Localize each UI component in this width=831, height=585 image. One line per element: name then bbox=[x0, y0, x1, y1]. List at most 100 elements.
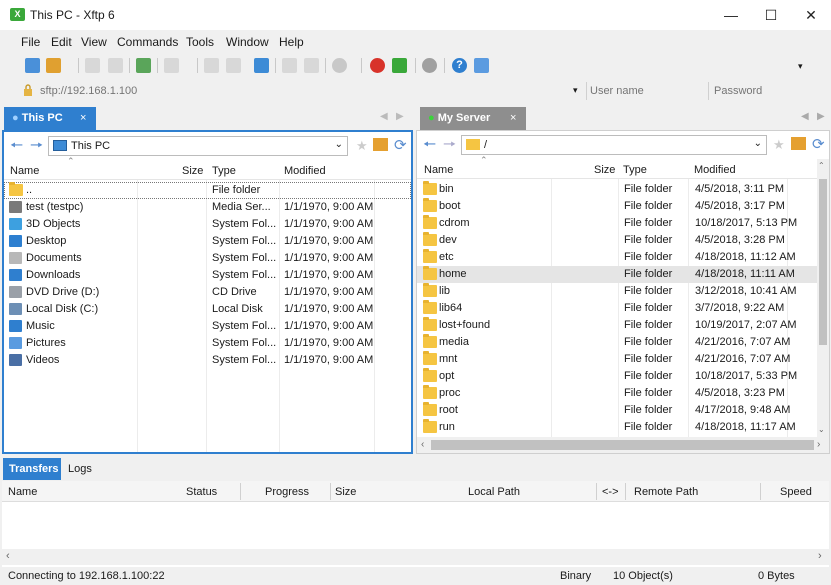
remote-path-box[interactable]: / ⌄ bbox=[461, 135, 767, 155]
transfer-col-local-path[interactable]: Local Path bbox=[468, 486, 520, 498]
transfer-col-speed[interactable]: Speed bbox=[780, 486, 812, 498]
table-row[interactable]: Downloads System Fol... 1/1/1970, 9:00 AM bbox=[4, 267, 411, 284]
table-row[interactable]: root File folder 4/17/2018, 9:48 AM bbox=[417, 402, 817, 419]
table-row[interactable]: dev File folder 4/5/2018, 3:28 PM bbox=[417, 232, 817, 249]
tab-scroll-left-icon[interactable]: ◀ bbox=[380, 111, 388, 122]
close-tab-icon[interactable]: × bbox=[510, 107, 516, 130]
tab-this-pc[interactable]: ● This PC × bbox=[4, 107, 96, 130]
refresh-icon[interactable]: ⟳ bbox=[394, 136, 407, 154]
back-arrow-icon[interactable]: 🠔 bbox=[423, 134, 436, 159]
back-arrow-icon[interactable]: 🠔 bbox=[10, 135, 23, 160]
username-input[interactable] bbox=[590, 82, 700, 100]
bookmark-star-icon[interactable]: ★ bbox=[773, 137, 785, 153]
open-folder-icon[interactable] bbox=[46, 58, 61, 73]
gear-icon[interactable] bbox=[422, 58, 437, 73]
properties-icon[interactable] bbox=[304, 58, 319, 73]
table-row[interactable]: Pictures System Fol... 1/1/1970, 9:00 AM bbox=[4, 335, 411, 352]
table-row[interactable]: run File folder 4/18/2018, 11:17 AM bbox=[417, 419, 817, 436]
table-row[interactable]: Desktop System Fol... 1/1/1970, 9:00 AM bbox=[4, 233, 411, 250]
col-size[interactable]: Size bbox=[182, 165, 203, 177]
new-session-icon[interactable] bbox=[25, 58, 40, 73]
xftp-icon[interactable] bbox=[392, 58, 407, 73]
col-name[interactable]: Name bbox=[424, 164, 453, 176]
table-row[interactable]: proc File folder 4/5/2018, 3:23 PM bbox=[417, 385, 817, 402]
scroll-left-icon[interactable]: ‹ bbox=[421, 439, 424, 450]
col-type[interactable]: Type bbox=[212, 165, 236, 177]
paste-icon[interactable] bbox=[226, 58, 241, 73]
globe-icon[interactable] bbox=[332, 58, 347, 73]
transfer-horizontal-scrollbar[interactable]: ‹ › bbox=[2, 549, 829, 565]
table-row[interactable]: mnt File folder 4/21/2016, 7:07 AM bbox=[417, 351, 817, 368]
help-icon[interactable]: ? bbox=[452, 58, 467, 73]
transfer-col-status[interactable]: Status bbox=[186, 486, 217, 498]
unlink-icon[interactable] bbox=[108, 58, 123, 73]
table-row[interactable]: lib File folder 3/12/2018, 10:41 AM bbox=[417, 283, 817, 300]
tab-scroll-right-icon[interactable]: ▶ bbox=[817, 111, 825, 122]
tab-scroll-right-icon[interactable]: ▶ bbox=[396, 111, 404, 122]
table-row[interactable]: cdrom File folder 10/18/2017, 5:13 PM bbox=[417, 215, 817, 232]
refresh-icon[interactable]: ⟳ bbox=[812, 135, 825, 153]
view-icon[interactable] bbox=[164, 58, 179, 73]
transfer-col-direction[interactable]: <-> bbox=[602, 486, 619, 498]
transfer-icon[interactable] bbox=[254, 58, 269, 73]
forward-arrow-icon[interactable]: 🠖 bbox=[443, 134, 456, 159]
transfer-col-size[interactable]: Size bbox=[335, 486, 356, 498]
horizontal-scrollbar[interactable]: ‹ › bbox=[417, 437, 829, 453]
path-dropdown-icon[interactable]: ⌄ bbox=[754, 138, 762, 149]
table-row[interactable]: bin File folder 4/5/2018, 3:11 PM bbox=[417, 181, 817, 198]
scrollbar-thumb[interactable] bbox=[431, 440, 814, 450]
tab-transfers[interactable]: Transfers bbox=[3, 458, 61, 480]
table-row[interactable]: Local Disk (C:) Local Disk 1/1/1970, 9:00 … bbox=[4, 301, 411, 318]
table-row[interactable]: 3D Objects System Fol... 1/1/1970, 9:00 AM bbox=[4, 216, 411, 233]
local-path-box[interactable]: This PC ⌄ bbox=[48, 136, 348, 156]
path-dropdown-icon[interactable]: ⌄ bbox=[335, 139, 343, 150]
transfer-col-progress[interactable]: Progress bbox=[265, 486, 309, 498]
transfer-col-remote-path[interactable]: Remote Path bbox=[634, 486, 698, 498]
menu-file[interactable]: File bbox=[21, 35, 40, 49]
table-row[interactable]: home File folder 4/18/2018, 11:11 AM bbox=[417, 266, 817, 283]
host-address-input[interactable] bbox=[40, 82, 540, 100]
col-size[interactable]: Size bbox=[594, 164, 615, 176]
maximize-button[interactable]: ☐ bbox=[751, 0, 791, 30]
table-row[interactable]: lost+found File folder 10/19/2017, 2:07 AM bbox=[417, 317, 817, 334]
close-button[interactable]: ✕ bbox=[791, 0, 831, 30]
scroll-left-icon[interactable]: ‹ bbox=[6, 550, 10, 562]
col-modified[interactable]: Modified bbox=[694, 164, 736, 176]
parent-folder-icon[interactable] bbox=[791, 137, 806, 150]
scroll-down-icon[interactable]: ⌄ bbox=[818, 425, 825, 434]
col-modified[interactable]: Modified bbox=[284, 165, 326, 177]
menu-help[interactable]: Help bbox=[279, 35, 304, 49]
table-row[interactable]: DVD Drive (D:) CD Drive 1/1/1970, 9:00 AM bbox=[4, 284, 411, 301]
copy-icon[interactable] bbox=[204, 58, 219, 73]
col-type[interactable]: Type bbox=[623, 164, 647, 176]
toolbar-overflow-icon[interactable]: ▾ bbox=[798, 61, 803, 72]
table-row[interactable]: lib64 File folder 3/7/2018, 9:22 AM bbox=[417, 300, 817, 317]
xshell-icon[interactable] bbox=[370, 58, 385, 73]
history-dropdown-icon[interactable]: ▾ bbox=[573, 85, 578, 96]
tab-logs[interactable]: Logs bbox=[68, 458, 92, 480]
print-icon[interactable] bbox=[282, 58, 297, 73]
menu-view[interactable]: View bbox=[81, 35, 107, 49]
table-row[interactable]: opt File folder 10/18/2017, 5:33 PM bbox=[417, 368, 817, 385]
minimize-button[interactable]: — bbox=[711, 0, 751, 30]
scroll-right-icon[interactable]: › bbox=[818, 550, 822, 562]
tab-scroll-left-icon[interactable]: ◀ bbox=[801, 111, 809, 122]
scrollbar-thumb[interactable] bbox=[819, 179, 827, 345]
table-row[interactable]: .. File folder bbox=[4, 182, 411, 199]
parent-folder-icon[interactable] bbox=[373, 138, 388, 151]
menu-edit[interactable]: Edit bbox=[51, 35, 72, 49]
table-row[interactable]: Documents System Fol... 1/1/1970, 9:00 AM bbox=[4, 250, 411, 267]
transfer-col-name[interactable]: Name bbox=[8, 486, 37, 498]
scroll-up-icon[interactable]: ⌃ bbox=[818, 161, 825, 170]
menu-window[interactable]: Window bbox=[226, 35, 269, 49]
menu-tools[interactable]: Tools bbox=[186, 35, 214, 49]
table-row[interactable]: media File folder 4/21/2016, 7:07 AM bbox=[417, 334, 817, 351]
table-row[interactable]: boot File folder 4/5/2018, 3:17 PM bbox=[417, 198, 817, 215]
menu-commands[interactable]: Commands bbox=[117, 35, 178, 49]
scroll-right-icon[interactable]: › bbox=[817, 439, 820, 450]
link-icon[interactable] bbox=[85, 58, 100, 73]
vertical-scrollbar[interactable]: ⌃ ⌄ bbox=[817, 159, 829, 437]
table-row[interactable]: etc File folder 4/18/2018, 11:12 AM bbox=[417, 249, 817, 266]
table-row[interactable]: Music System Fol... 1/1/1970, 9:00 AM bbox=[4, 318, 411, 335]
close-tab-icon[interactable]: × bbox=[80, 107, 86, 130]
